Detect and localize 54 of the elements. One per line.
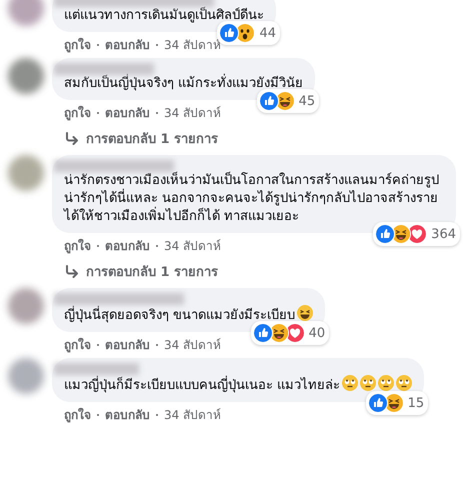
laughing-face-icon <box>391 224 412 244</box>
comment-action-link[interactable]: ถูกใจ <box>64 236 91 255</box>
reaction-count: 364 <box>431 226 456 242</box>
eye-roll-emoji-icon <box>360 375 376 391</box>
comment-action-link[interactable]: ถูกใจ <box>64 103 91 122</box>
comment-text: สมกับเป็นญี่ปุ่นจริงๆ แม้กระทั่งแมวยังมีวินัย <box>64 76 304 91</box>
thumbs-up-icon <box>375 224 396 244</box>
avatar[interactable] <box>8 288 44 324</box>
timestamp-link[interactable]: 34 สัปดาห์ <box>164 236 222 255</box>
laughing-face-icon <box>268 323 289 343</box>
comment-text: ญี่ปุ่นนี่สุดยอดจริงๆ ขนาดแมวยังมีระเบียบ <box>64 308 296 323</box>
comment-text: น่ารักตรงชาวเมืองเห็นว่ามันเป็นโอกาสในการสร้างแลนมาร์คถ่ายรูปน่ารักๆได้นี่แหละ นอกจากจะคนจะได้รูปน่ารักๆกลับไปอาจสร้างรายได้ให้ชาวเมืองเพิ่มไปอีกก็ได้ ทาสแมวเยอะ <box>64 173 439 224</box>
laughing-emoji-icon <box>297 305 314 321</box>
reaction-count: 45 <box>298 94 316 108</box>
eye-roll-emoji-icon <box>342 375 358 391</box>
comment-action-link[interactable]: ตอบกลับ <box>105 405 150 424</box>
avatar[interactable] <box>8 358 44 394</box>
reaction-count: 40 <box>308 326 326 340</box>
thumbs-up-icon <box>258 91 279 111</box>
surprised-face-icon <box>235 23 256 43</box>
view-replies-link[interactable]: การตอบกลับ 1 รายการ <box>52 122 218 151</box>
avatar[interactable] <box>8 0 44 26</box>
reply-arrow-icon <box>64 264 80 278</box>
comment-action-link[interactable]: ตอบกลับ <box>105 335 150 354</box>
reaction-count: 44 <box>259 26 276 40</box>
reaction-summary[interactable]: 364 <box>373 222 460 246</box>
thumbs-up-icon <box>252 323 273 343</box>
timestamp-link[interactable]: 34 สัปดาห์ <box>164 405 222 424</box>
eye-roll-emoji-icon <box>396 375 412 391</box>
reaction-summary[interactable]: 15 <box>366 391 428 415</box>
timestamp-link[interactable]: 34 สัปดาห์ <box>164 103 222 122</box>
comment-action-link[interactable]: ถูกใจ <box>64 335 91 354</box>
heart-icon <box>407 224 428 244</box>
reaction-count: 15 <box>408 396 424 410</box>
timestamp-link[interactable]: 34 สัปดาห์ <box>164 335 222 354</box>
laughing-face-icon <box>274 91 295 111</box>
laughing-face-icon <box>384 393 404 413</box>
thumbs-up-icon <box>219 23 240 43</box>
comment-text: แต่แนวทางการเดินมันดูเป็นศิลป์ดีนะ <box>64 8 264 23</box>
comment-action-link[interactable]: ตอบกลับ <box>105 103 150 122</box>
comment-action-link[interactable]: ตอบกลับ <box>105 35 150 54</box>
view-replies-link[interactable]: การตอบกลับ 1 รายการ <box>52 255 218 284</box>
comment-action-link[interactable]: ตอบกลับ <box>105 236 150 255</box>
eye-roll-emoji-icon <box>378 375 394 391</box>
avatar[interactable] <box>8 155 44 191</box>
thumbs-up-icon <box>368 393 388 413</box>
avatar[interactable] <box>8 58 44 94</box>
reaction-summary[interactable]: 40 <box>250 321 330 345</box>
comment-text: แมวญี่ปุ่นก็มีระเบียบแบบคนญี่ปุ่นเนอะ แมวไทยล่ะ <box>64 378 340 393</box>
reply-arrow-icon <box>64 132 80 146</box>
comment-action-link[interactable]: ถูกใจ <box>64 35 91 54</box>
comment-action-link[interactable]: ถูกใจ <box>64 405 91 424</box>
heart-icon <box>284 323 305 343</box>
reaction-summary[interactable]: 45 <box>256 89 320 113</box>
